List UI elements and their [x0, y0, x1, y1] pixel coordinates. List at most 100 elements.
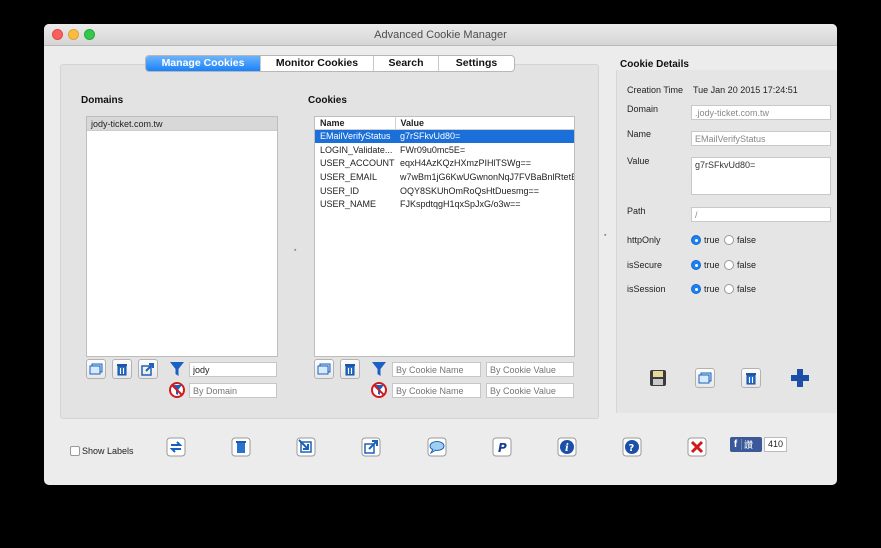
filter-funnel-icon	[170, 362, 184, 376]
svg-text:P: P	[498, 441, 507, 455]
domain-item[interactable]: jody-ticket.com.tw	[87, 117, 277, 131]
exclude-filter-icon	[169, 382, 185, 398]
table-row[interactable]: USER_ID OQY8SKUhOmRoQsHtDuesmg==	[315, 184, 574, 198]
info-button[interactable]: i	[556, 436, 578, 458]
cookie-name-cell: USER_ID	[320, 185, 360, 196]
floppy-disk-icon	[650, 370, 666, 386]
cookie-value-filter-input[interactable]	[486, 362, 574, 377]
value-field[interactable]: g7rSFkvUd80=	[691, 157, 831, 195]
issession-label: isSession	[627, 284, 666, 294]
paypal-icon: P	[492, 437, 512, 457]
table-row[interactable]: EMailVerifyStatus g7rSFkvUd80=	[315, 129, 574, 143]
httponly-true-label: true	[704, 235, 720, 245]
trash-icon	[231, 437, 251, 457]
title-bar: Advanced Cookie Manager	[44, 24, 837, 46]
cookies-title: Cookies	[308, 95, 347, 106]
delete-cookie-detail-button[interactable]	[741, 368, 761, 388]
column-header-value[interactable]: Value	[394, 117, 574, 130]
svg-text:i: i	[565, 443, 569, 454]
table-row[interactable]: USER_NAME FJKspdtqgH1qxSpJxG/o3w==	[315, 197, 574, 211]
creation-time-value: Tue Jan 20 2015 17:24:51	[693, 85, 798, 95]
filter-funnel-icon	[372, 362, 386, 376]
cookie-details-panel: Creation Time Tue Jan 20 2015 17:24:51 D…	[616, 70, 837, 413]
tab-monitor-cookies[interactable]: Monitor Cookies	[261, 56, 374, 71]
select-all-icon	[89, 363, 103, 375]
creation-time-label: Creation Time	[627, 85, 684, 95]
column-header-name[interactable]: Name	[315, 117, 395, 130]
facebook-like-button[interactable]: f 讚	[730, 437, 762, 452]
delete-cookie-button[interactable]	[340, 359, 360, 379]
httponly-true-radio[interactable]	[691, 235, 701, 245]
httponly-false-radio[interactable]	[724, 235, 734, 245]
cookie-name-exclude-input[interactable]	[392, 383, 481, 398]
trash-icon	[746, 372, 756, 384]
issecure-false-radio[interactable]	[724, 260, 734, 270]
splitter-handle[interactable]: ▪	[604, 232, 608, 239]
add-cookie-button[interactable]	[789, 367, 811, 389]
issession-false-radio[interactable]	[724, 284, 734, 294]
feedback-button[interactable]	[426, 436, 448, 458]
cookie-name-filter-input[interactable]	[392, 362, 481, 377]
tab-settings[interactable]: Settings	[439, 56, 514, 71]
select-all-cookies-button[interactable]	[314, 359, 334, 379]
info-icon: i	[557, 437, 577, 457]
export-domain-button[interactable]	[138, 359, 158, 379]
manage-cookies-panel: Domains jody-ticket.com.tw ▪ Cookies Nam…	[60, 64, 599, 419]
select-all-icon	[317, 363, 331, 375]
cookie-name-cell: EMailVerifyStatus	[315, 129, 395, 143]
show-labels-checkbox[interactable]	[70, 446, 80, 456]
cookie-name-cell: USER_ACCOUNT	[320, 158, 395, 169]
export-button[interactable]	[360, 436, 382, 458]
close-button[interactable]	[686, 436, 708, 458]
name-field[interactable]: EMailVerifyStatus	[691, 131, 831, 146]
refresh-button[interactable]	[165, 436, 187, 458]
app-window: Advanced Cookie Manager Manage Cookies M…	[44, 24, 837, 485]
import-icon	[296, 437, 316, 457]
cookie-name-cell: LOGIN_Validate...	[320, 144, 393, 155]
domains-list[interactable]: jody-ticket.com.tw	[86, 116, 278, 357]
issession-true-label: true	[704, 284, 720, 294]
trash-icon	[117, 363, 127, 375]
issecure-true-radio[interactable]	[691, 260, 701, 270]
cookie-name-cell: USER_EMAIL	[320, 171, 378, 182]
import-button[interactable]	[295, 436, 317, 458]
cookie-value-cell: w7wBm1jG6KwUGwnonNqJ7FVBaBnlRtetB	[400, 171, 574, 182]
domains-title: Domains	[81, 95, 124, 106]
cookie-value-cell: FJKspdtqgH1qxSpJxG/o3w==	[400, 199, 521, 210]
trash-icon	[345, 363, 355, 375]
name-label: Name	[627, 129, 652, 139]
tab-manage-cookies[interactable]: Manage Cookies	[146, 56, 261, 71]
splitter-handle[interactable]: ▪	[294, 247, 298, 254]
select-all-domains-button[interactable]	[86, 359, 106, 379]
tab-search[interactable]: Search	[374, 56, 439, 71]
exclude-filter-icon	[371, 382, 387, 398]
facebook-like-count: 410	[764, 437, 788, 452]
facebook-like-label: 讚	[744, 440, 754, 450]
domain-field[interactable]: .jody-ticket.com.tw	[691, 105, 831, 120]
cookie-value-cell: g7rSFkvUd80=	[395, 129, 574, 143]
speech-bubble-icon	[427, 437, 447, 457]
cookie-value-cell: OQY8SKUhOmRoQsHtDuesmg==	[400, 185, 540, 196]
cookie-value-cell: eqxH4AzKQzHXmzPIHlTSWg==	[400, 158, 532, 169]
cookies-table: Name Value EMailVerifyStatus g7rSFkvUd80…	[315, 117, 574, 211]
cookie-value-exclude-input[interactable]	[486, 383, 574, 398]
cookie-name-cell: USER_NAME	[320, 199, 377, 210]
table-row[interactable]: USER_EMAIL w7wBm1jG6KwUGwnonNqJ7FVBaBnlR…	[315, 170, 574, 184]
path-field[interactable]: /	[691, 207, 831, 222]
help-button[interactable]: ?	[621, 436, 643, 458]
issession-true-radio[interactable]	[691, 284, 701, 294]
table-row[interactable]: LOGIN_Validate... FWr09u0mc5E=	[315, 143, 574, 157]
facebook-icon: f	[730, 439, 742, 450]
domain-filter-input[interactable]	[189, 362, 277, 377]
domain-exclude-input[interactable]	[189, 383, 277, 398]
cookie-details-title: Cookie Details	[620, 59, 689, 70]
copy-cookie-button[interactable]	[695, 368, 715, 388]
save-cookie-button[interactable]	[647, 367, 669, 389]
close-icon	[687, 437, 707, 457]
tab-bar: Manage Cookies Monitor Cookies Search Se…	[145, 55, 515, 72]
donate-paypal-button[interactable]: P	[491, 436, 513, 458]
refresh-icon	[166, 437, 186, 457]
delete-all-button[interactable]	[230, 436, 252, 458]
delete-domain-button[interactable]	[112, 359, 132, 379]
table-row[interactable]: USER_ACCOUNT eqxH4AzKQzHXmzPIHlTSWg==	[315, 156, 574, 170]
